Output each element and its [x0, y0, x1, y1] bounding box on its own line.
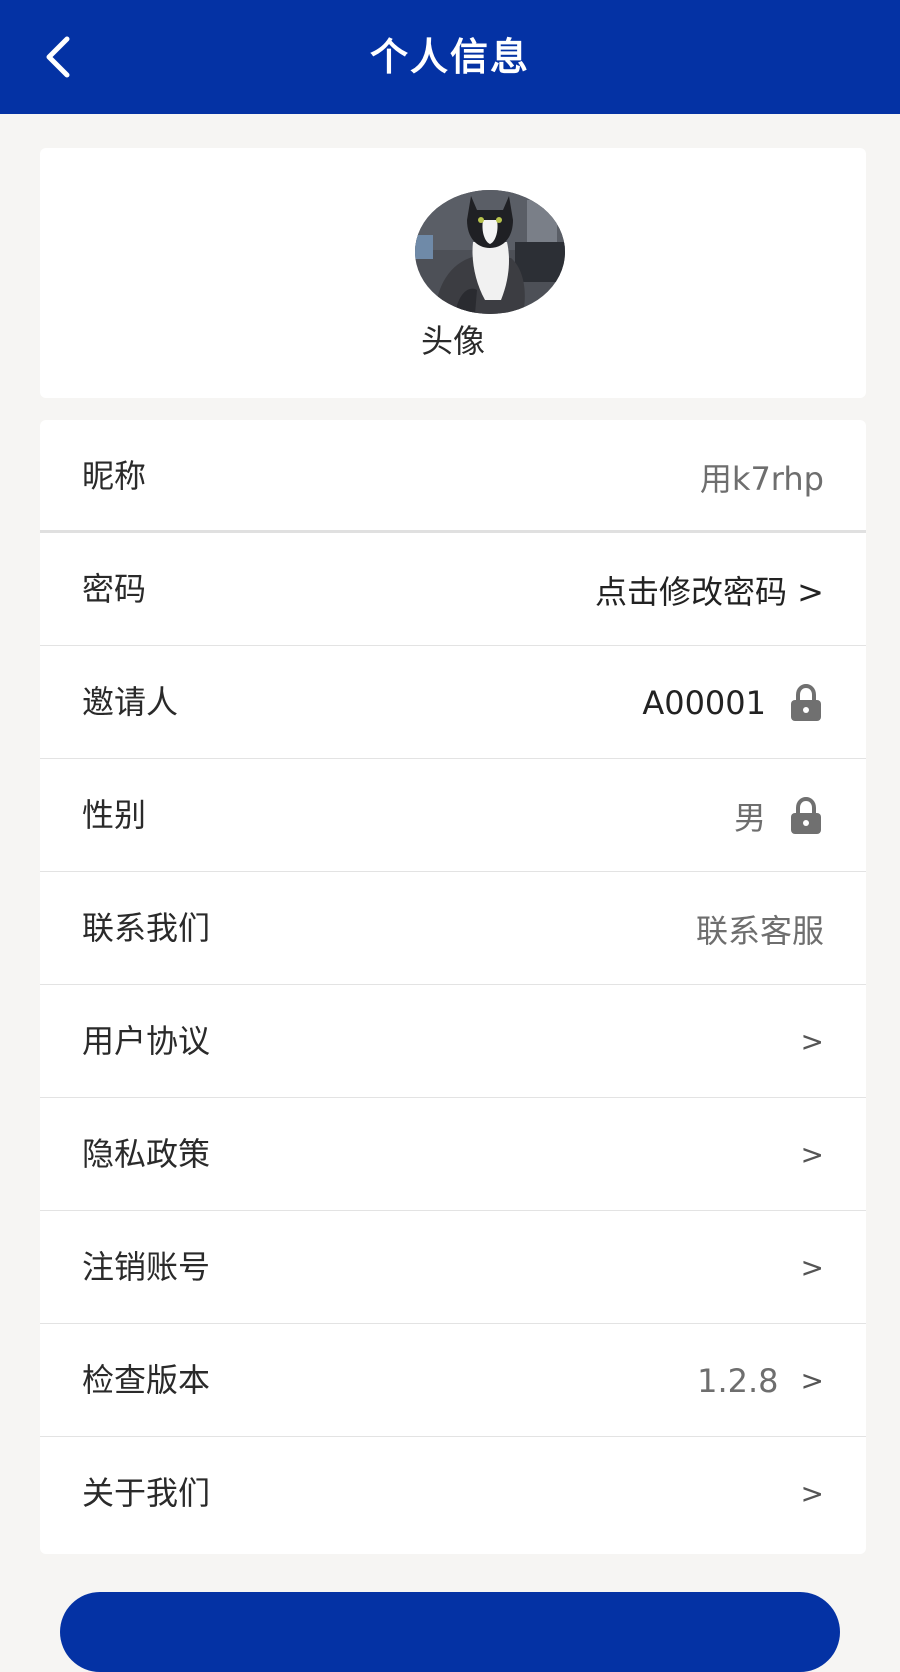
- nickname-value: 用k7rhp: [699, 459, 824, 498]
- row-label: 隐私政策: [82, 1135, 211, 1173]
- row-privacy-policy[interactable]: 隐私政策 >: [40, 1098, 866, 1211]
- row-label: 性别: [82, 796, 147, 834]
- chevron-right-icon: >: [800, 1137, 824, 1171]
- page-title: 个人信息: [369, 35, 530, 79]
- row-label: 邀请人: [82, 683, 179, 721]
- chevron-right-icon: >: [800, 1250, 824, 1284]
- row-label: 昵称: [82, 457, 147, 495]
- row-nickname[interactable]: 昵称 用k7rhp: [40, 420, 866, 533]
- row-label: 关于我们: [82, 1474, 211, 1512]
- row-right: A00001: [642, 646, 824, 759]
- settings-list: 昵称 用k7rhp 密码 点击修改密码 > 邀请人 A00001 性别 男 联系…: [40, 420, 866, 1554]
- lock-icon: [791, 796, 821, 834]
- row-right: 男: [734, 759, 824, 872]
- bottom-action-button[interactable]: [60, 1592, 840, 1672]
- avatar[interactable]: [415, 190, 565, 314]
- row-gender: 性别 男: [40, 759, 866, 872]
- row-right: >: [801, 1098, 824, 1211]
- row-user-agreement[interactable]: 用户协议 >: [40, 985, 866, 1098]
- row-right: >: [801, 1211, 824, 1324]
- cat-photo-image: [415, 190, 565, 314]
- chevron-right-icon: >: [800, 1363, 824, 1397]
- row-label: 检查版本: [82, 1361, 211, 1399]
- row-label: 用户协议: [82, 1022, 211, 1060]
- chevron-right-icon: >: [800, 1476, 824, 1510]
- row-right: 联系客服: [696, 872, 824, 985]
- row-about-us[interactable]: 关于我们 >: [40, 1437, 866, 1550]
- row-right: >: [801, 985, 824, 1098]
- row-password[interactable]: 密码 点击修改密码 >: [40, 533, 866, 646]
- row-right: >: [801, 1437, 824, 1550]
- avatar-label: 头像: [420, 322, 485, 360]
- row-right: 点击修改密码 >: [595, 533, 824, 646]
- row-delete-account[interactable]: 注销账号 >: [40, 1211, 866, 1324]
- row-contact-us[interactable]: 联系我们 联系客服: [40, 872, 866, 985]
- row-check-version[interactable]: 检查版本 1.2.8 >: [40, 1324, 866, 1437]
- avatar-card: 头像: [40, 148, 866, 398]
- row-label: 联系我们: [82, 909, 211, 947]
- contact-support-link[interactable]: 联系客服: [696, 906, 824, 952]
- row-label: 注销账号: [82, 1248, 211, 1286]
- top-bar: 个人信息: [0, 0, 900, 114]
- gender-value: 男: [733, 798, 766, 837]
- row-inviter: 邀请人 A00001: [40, 646, 866, 759]
- inviter-value: A00001: [642, 683, 766, 722]
- chevron-right-icon: >: [800, 1024, 824, 1058]
- row-label: 密码: [82, 570, 147, 608]
- row-right: 1.2.8 >: [697, 1324, 824, 1437]
- version-value: 1.2.8: [697, 1361, 779, 1400]
- lock-icon: [791, 683, 821, 721]
- row-right: 用k7rhp: [700, 420, 824, 533]
- change-password-link[interactable]: 点击修改密码 >: [595, 567, 824, 613]
